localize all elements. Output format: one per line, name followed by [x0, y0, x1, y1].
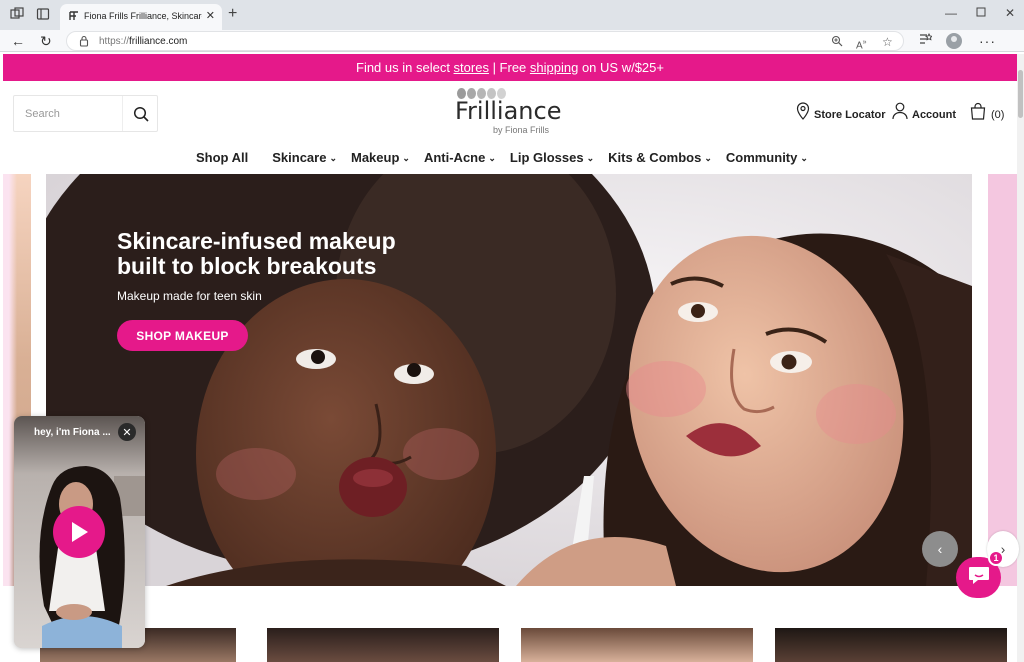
account-link[interactable]: Account [892, 102, 956, 127]
collections-icon[interactable] [918, 32, 933, 51]
logo-tagline: by Fiona Frills [493, 125, 550, 135]
browser-tab[interactable]: Fiona Frills Frilliance, Skincare Ma ✕ [60, 4, 222, 30]
search-box [13, 95, 158, 132]
window-close-icon[interactable]: ✕ [1005, 6, 1015, 20]
stores-link[interactable]: stores [454, 60, 489, 75]
more-icon[interactable]: ··· [979, 32, 996, 50]
url-host: frilliance.com [129, 36, 188, 47]
map-pin-icon [796, 102, 810, 127]
hero-heading-line-2: built to block breakouts [117, 253, 377, 279]
hero-subheading: Makeup made for teen skin [117, 289, 262, 303]
url-field[interactable]: https://frilliance.com A» ☆ [66, 31, 904, 51]
nav-kits-combos[interactable]: Kits & Combos ⌄ [608, 147, 712, 169]
search-input[interactable] [14, 96, 122, 131]
nav-label: Shop All [196, 150, 249, 165]
chevron-down-icon: ⌄ [586, 153, 595, 163]
zoom-icon[interactable] [831, 35, 843, 51]
chevron-down-icon: ⌄ [402, 153, 410, 163]
video-popup[interactable]: hey, i'm Fiona ... ✕ [14, 416, 145, 648]
chat-notification-badge: 1 [988, 550, 1004, 566]
play-icon[interactable] [53, 506, 105, 558]
nav-label: Skincare [272, 150, 327, 165]
shop-makeup-button[interactable]: SHOP MAKEUP [117, 320, 248, 351]
nav-label: Lip Glosses [509, 150, 584, 165]
product-card-image[interactable] [267, 628, 499, 662]
address-bar: ← ↻ https://frilliance.com A» ☆ ··· [0, 30, 1024, 52]
next-slide-peek [988, 174, 1017, 586]
tab-title: Fiona Frills Frilliance, Skincare Ma [84, 11, 202, 21]
cart-link[interactable]: (0) [969, 102, 1004, 127]
nav-shop-all[interactable]: Shop All [196, 147, 248, 169]
back-icon[interactable]: ← [11, 32, 25, 50]
url-protocol: https:// [99, 36, 130, 47]
account-label: Account [912, 108, 956, 121]
minimize-icon[interactable]: — [945, 6, 957, 20]
search-icon[interactable] [122, 96, 158, 131]
promo-divider: | Free [488, 60, 530, 75]
carousel-prev-button[interactable]: ‹ [922, 531, 958, 567]
product-card-image[interactable] [521, 628, 753, 662]
close-icon[interactable]: ✕ [206, 9, 215, 23]
shipping-link[interactable]: shipping [530, 60, 578, 75]
chevron-down-icon: ⌄ [329, 153, 337, 163]
promo-suffix: on US w/$25+ [578, 60, 664, 75]
nav-label: Makeup [351, 150, 400, 165]
nav-community[interactable]: Community ⌄ [726, 147, 808, 169]
promo-banner: Find us in select stores | Free shipping… [3, 54, 1017, 81]
new-tab-icon[interactable]: + [228, 6, 237, 22]
frilliance-favicon-icon [68, 10, 80, 22]
browser-tab-bar: Fiona Frills Frilliance, Skincare Ma ✕ +… [0, 0, 1024, 30]
nav-makeup[interactable]: Makeup ⌄ [351, 147, 410, 169]
main-navigation: Shop All Skincare ⌄ Makeup ⌄ Anti-Acne ⌄ Li… [196, 147, 808, 169]
hero-slide[interactable]: Skincare-infused makeup built to block b… [46, 174, 972, 586]
shopping-bag-icon [969, 102, 987, 127]
store-locator-link[interactable]: Store Locator [796, 102, 886, 127]
nav-label: Kits & Combos [608, 150, 702, 165]
product-card-image[interactable] [775, 628, 1007, 662]
nav-label: Anti-Acne [423, 150, 486, 165]
maximize-icon[interactable] [976, 6, 986, 20]
hero-heading-line-1: Skincare-infused makeup [117, 228, 396, 254]
tab-actions-icon[interactable] [36, 7, 52, 23]
nav-anti-acne[interactable]: Anti-Acne ⌄ [424, 147, 496, 169]
hero-heading: Skincare-infused makeup built to block b… [117, 229, 477, 279]
store-locator-label: Store Locator [814, 108, 886, 121]
user-icon [892, 102, 908, 127]
chevron-down-icon: ⌄ [704, 153, 712, 163]
chevron-down-icon: ⌄ [800, 153, 808, 163]
cart-count: (0) [991, 108, 1005, 121]
video-title: hey, i'm Fiona ... [34, 427, 111, 438]
favorite-icon[interactable]: ☆ [882, 35, 893, 50]
refresh-icon[interactable]: ↻ [40, 32, 52, 50]
read-aloud-icon[interactable]: A» [856, 35, 867, 53]
page-scrollbar[interactable] [1017, 54, 1024, 662]
promo-prefix: Find us in select [356, 60, 454, 75]
chat-bubble-icon [967, 564, 991, 591]
nav-skincare[interactable]: Skincare ⌄ [272, 147, 337, 169]
scrollbar-thumb[interactable] [1018, 70, 1023, 118]
nav-label: Community [725, 150, 798, 165]
nav-lip-glosses[interactable]: Lip Glosses ⌄ [510, 147, 594, 169]
profile-icon[interactable] [946, 33, 962, 49]
close-icon[interactable]: ✕ [118, 423, 136, 441]
chevron-down-icon: ⌄ [488, 153, 496, 163]
url-text[interactable]: https://frilliance.com [99, 35, 187, 48]
logo-wordmark: Frilliance [455, 97, 562, 125]
workspaces-icon[interactable] [10, 7, 26, 23]
frilliance-logo[interactable]: Frilliance by Fiona Frills [455, 86, 565, 138]
lock-icon[interactable] [79, 35, 89, 51]
